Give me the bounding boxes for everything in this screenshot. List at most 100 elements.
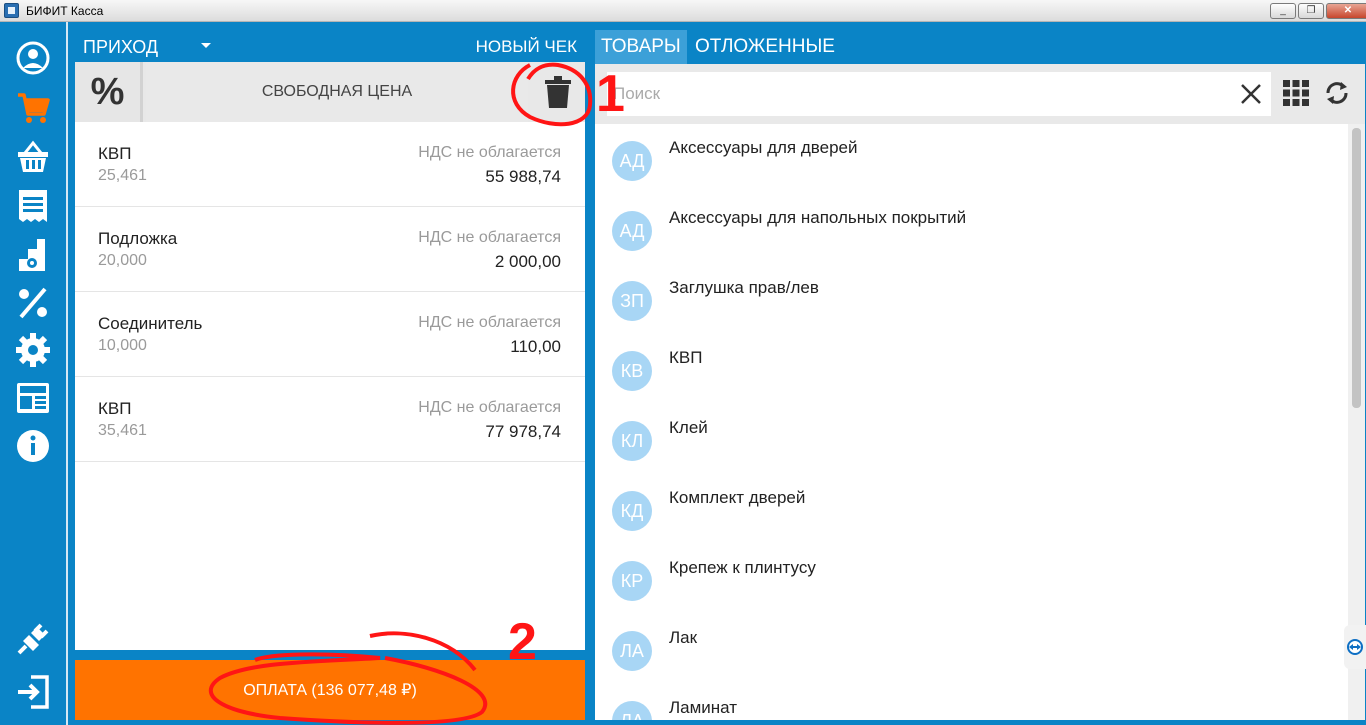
- gear-icon: [16, 333, 50, 367]
- free-price-button[interactable]: СВОБОДНАЯ ЦЕНА: [146, 62, 528, 122]
- item-quantity: 25,461: [98, 167, 147, 184]
- item-name: Соединитель: [98, 314, 203, 333]
- goods-avatar: ЗП: [612, 281, 652, 321]
- item-sum: 55 988,74: [485, 167, 561, 186]
- annotation-number-one: 1: [596, 65, 625, 123]
- goods-avatar: КЛ: [612, 421, 652, 461]
- receipt-icon: [19, 190, 47, 222]
- check-item-row[interactable]: КВП 35,461 НДС не облагается 77 978,74: [75, 377, 585, 462]
- account-icon: [16, 41, 50, 75]
- window-title: БИФИТ Касса: [26, 4, 104, 18]
- check-header: ПРИХОД НОВЫЙ ЧЕК: [75, 30, 585, 62]
- goods-avatar: ЛА: [612, 631, 652, 671]
- goods-avatar: КВ: [612, 351, 652, 391]
- grid-view-icon[interactable]: [1283, 80, 1309, 106]
- check-item-row[interactable]: Соединитель 10,000 НДС не облагается 110…: [75, 292, 585, 377]
- check-toolbar: % СВОБОДНАЯ ЦЕНА: [75, 62, 585, 122]
- goods-list-item[interactable]: АД Аксессуары для дверей: [595, 124, 1348, 194]
- goods-list-item[interactable]: КЛ Клей: [595, 404, 1348, 474]
- clear-check-button[interactable]: [531, 62, 585, 122]
- scrollbar-thumb[interactable]: [1352, 128, 1361, 408]
- goods-list-item[interactable]: КВ КВП: [595, 334, 1348, 404]
- nav-info[interactable]: [0, 423, 66, 469]
- goods-avatar: АД: [612, 141, 652, 181]
- search-bar: [595, 64, 1365, 124]
- close-icon[interactable]: [1239, 82, 1263, 106]
- trash-icon: [545, 76, 571, 108]
- goods-name: Заглушка прав/лев: [669, 278, 819, 297]
- search-input[interactable]: [613, 82, 1213, 106]
- refresh-icon[interactable]: [1322, 78, 1352, 108]
- item-sum: 110,00: [510, 337, 561, 356]
- nav-discounts[interactable]: [0, 280, 66, 326]
- goods-list-item[interactable]: ЛА Ламинат: [595, 684, 1348, 720]
- goods-name: Ламинат: [669, 698, 738, 717]
- goods-avatar: АД: [612, 211, 652, 251]
- teamviewer-icon: [1347, 639, 1363, 655]
- nav-reports[interactable]: [0, 232, 66, 278]
- cart-icon: [18, 93, 50, 123]
- report-settings-icon: [19, 239, 45, 271]
- annotation-number-two: 2: [508, 613, 537, 671]
- nav-separator: [66, 22, 68, 725]
- maximize-button[interactable]: ❐: [1298, 3, 1324, 19]
- goods-name: Крепеж к плинтусу: [669, 558, 816, 577]
- new-check-button[interactable]: НОВЫЙ ЧЕК: [476, 37, 577, 57]
- basket-icon: [18, 140, 48, 172]
- item-name: КВП: [98, 144, 132, 163]
- nav-logout[interactable]: [0, 669, 66, 715]
- percent-icon: [19, 287, 47, 319]
- search-box: [607, 72, 1271, 116]
- item-name: Подложка: [98, 229, 178, 248]
- discount-button[interactable]: %: [75, 62, 143, 122]
- goods-name: Комплект дверей: [669, 488, 806, 507]
- goods-list: АД Аксессуары для дверей АД Аксессуары д…: [595, 124, 1348, 720]
- item-sum: 77 978,74: [485, 422, 561, 441]
- goods-list-item[interactable]: АД Аксессуары для напольных покрытий: [595, 194, 1348, 264]
- goods-list-item[interactable]: КД Комплект дверей: [595, 474, 1348, 544]
- app-icon: [4, 3, 19, 18]
- close-window-button[interactable]: ✕: [1326, 3, 1366, 19]
- news-icon: [17, 383, 49, 413]
- teamviewer-tab[interactable]: [1344, 625, 1366, 669]
- tab-deferred-checks[interactable]: ОТЛОЖЕННЫЕ ЧЕКИ: [689, 30, 841, 91]
- window-titlebar: БИФИТ Касса _ ❐ ✕: [0, 0, 1366, 22]
- goods-avatar: КР: [612, 561, 652, 601]
- left-navigation: [0, 22, 66, 725]
- nav-sale[interactable]: [0, 85, 66, 131]
- goods-name: Аксессуары для дверей: [669, 138, 858, 157]
- nav-basket[interactable]: [0, 134, 66, 180]
- check-items-list: КВП 25,461 НДС не облагается 55 988,74 П…: [75, 122, 585, 650]
- item-vat: НДС не облагается: [418, 399, 561, 416]
- nav-connection[interactable]: [0, 616, 66, 662]
- operation-mode-select[interactable]: ПРИХОД: [83, 37, 158, 58]
- nav-account[interactable]: [0, 35, 66, 81]
- item-vat: НДС не облагается: [418, 314, 561, 331]
- nav-receipts[interactable]: [0, 183, 66, 229]
- item-vat: НДС не облагается: [418, 229, 561, 246]
- logout-icon: [18, 675, 49, 709]
- goods-name: Клей: [669, 418, 708, 437]
- dropdown-caret-icon[interactable]: [201, 43, 211, 48]
- nav-settings[interactable]: [0, 327, 66, 373]
- item-name: КВП: [98, 399, 132, 418]
- goods-name: КВП: [669, 348, 703, 367]
- goods-avatar: КД: [612, 491, 652, 531]
- nav-news[interactable]: [0, 375, 66, 421]
- check-item-row[interactable]: Подложка 20,000 НДС не облагается 2 000,…: [75, 207, 585, 292]
- goods-list-item[interactable]: КР Крепеж к плинтусу: [595, 544, 1348, 614]
- goods-list-item[interactable]: ЛА Лак: [595, 614, 1348, 684]
- item-quantity: 35,461: [98, 422, 147, 439]
- goods-list-item[interactable]: ЗП Заглушка прав/лев: [595, 264, 1348, 334]
- minimize-button[interactable]: _: [1270, 3, 1296, 19]
- item-quantity: 10,000: [98, 337, 147, 354]
- info-icon: [17, 430, 49, 462]
- connection-icon: [17, 623, 49, 655]
- goods-name: Лак: [669, 628, 698, 647]
- item-vat: НДС не облагается: [418, 144, 561, 161]
- check-item-row[interactable]: КВП 25,461 НДС не облагается 55 988,74: [75, 122, 585, 207]
- tab-goods[interactable]: ТОВАРЫ: [595, 30, 687, 64]
- item-quantity: 20,000: [98, 252, 147, 269]
- goods-name: Аксессуары для напольных покрытий: [669, 208, 967, 227]
- item-sum: 2 000,00: [494, 252, 561, 271]
